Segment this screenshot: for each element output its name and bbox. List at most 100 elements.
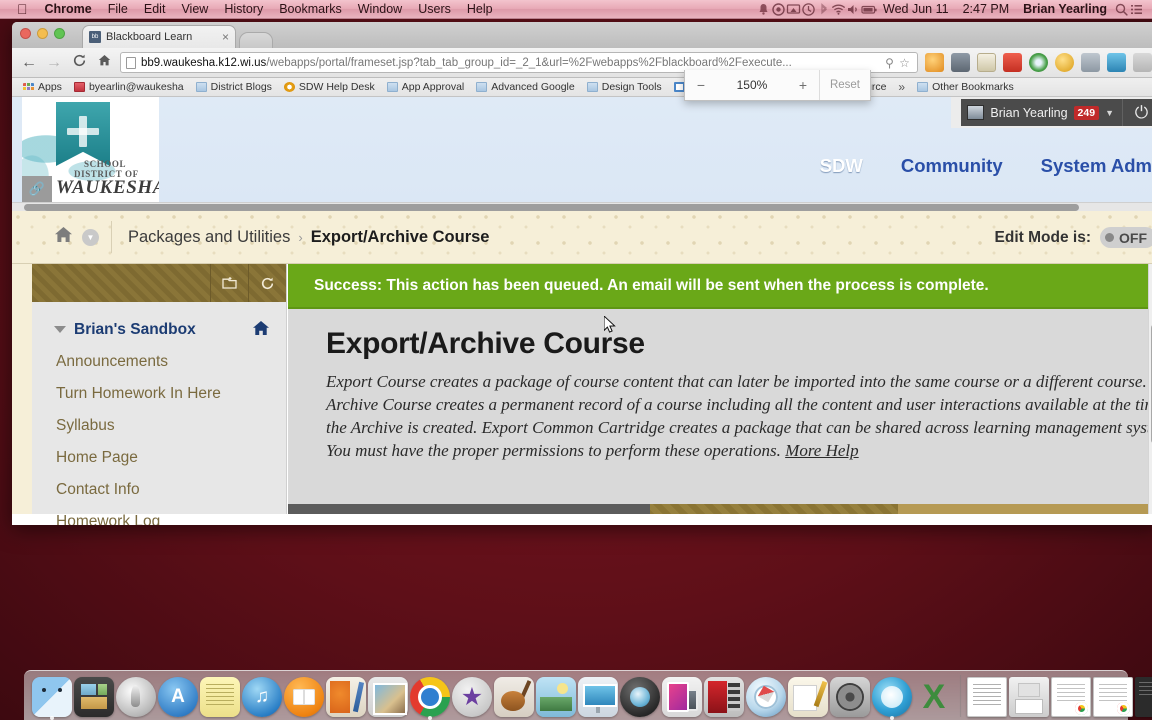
wifi-icon[interactable] (831, 2, 846, 17)
bookmark-app-approval[interactable]: App Approval (381, 81, 470, 93)
close-window-button[interactable] (20, 28, 31, 39)
dock-item-stickies[interactable] (200, 677, 240, 717)
nav-tab-sdw[interactable]: SDW (820, 155, 863, 177)
user-menu-button[interactable]: Brian Yearling 249 ▼ (961, 99, 1122, 126)
menu-item-help[interactable]: Help (459, 0, 501, 19)
chrome-menu-button[interactable] (1133, 53, 1152, 72)
extension-icon-6[interactable] (1055, 53, 1074, 72)
battery-icon[interactable] (861, 2, 877, 17)
district-logo[interactable]: SCHOOL DISTRICT OF WAUKESHA 🔗 (22, 97, 159, 202)
dock-item-textedit[interactable] (788, 677, 828, 717)
chevron-down-icon[interactable]: ▼ (1105, 108, 1114, 118)
extension-icon-8[interactable] (1107, 53, 1126, 72)
dock-item-system-preferences[interactable] (830, 677, 870, 717)
menu-item-history[interactable]: History (216, 0, 271, 19)
extension-icon-4[interactable] (1003, 53, 1022, 72)
dock-item-mission-control[interactable] (74, 677, 114, 717)
spotlight-search-icon[interactable] (1114, 2, 1129, 17)
zoom-magnifier-icon[interactable]: ⚲ (882, 56, 897, 70)
sidebar-item-contact-info[interactable]: Contact Info (32, 474, 286, 506)
menu-bar-username[interactable]: Brian Yearling (1016, 0, 1114, 19)
home-icon[interactable] (54, 226, 73, 248)
bookmark-district-blogs[interactable]: District Blogs (190, 81, 278, 93)
menu-item-file[interactable]: File (100, 0, 136, 19)
bookmark-other-bookmarks[interactable]: Other Bookmarks (911, 81, 1020, 93)
bookmarks-overflow-icon[interactable]: » (892, 80, 911, 94)
menu-item-bookmarks[interactable]: Bookmarks (271, 0, 350, 19)
dock-item-ibooks[interactable] (284, 677, 324, 717)
page-info-icon[interactable] (126, 56, 136, 69)
dock-item-photos[interactable] (536, 677, 576, 717)
dock-item-imovie[interactable] (452, 677, 492, 717)
dock-item-web-shortcut-3[interactable] (1135, 677, 1152, 717)
course-menu-title-row[interactable]: Brian's Sandbox (32, 314, 286, 346)
home-icon[interactable] (95, 53, 113, 72)
extension-icon-7[interactable] (1081, 53, 1100, 72)
bluetooth-icon[interactable] (816, 2, 831, 17)
sidebar-item-turn-homework-in-here[interactable]: Turn Homework In Here (32, 378, 286, 410)
dock-item-keynote[interactable] (578, 677, 618, 717)
close-tab-icon[interactable]: × (222, 30, 229, 44)
menu-item-edit[interactable]: Edit (136, 0, 174, 19)
dock-item-web-shortcut-1[interactable] (1051, 677, 1091, 717)
home-icon[interactable] (252, 320, 270, 341)
sidebar-item-syllabus[interactable]: Syllabus (32, 410, 286, 442)
dock-item-safari[interactable] (746, 677, 786, 717)
sidebar-item-home-page[interactable]: Home Page (32, 442, 286, 474)
nav-tab-system-admin[interactable]: System Adm (1041, 155, 1152, 177)
link-icon[interactable]: 🔗 (22, 176, 52, 202)
extension-icon-2[interactable] (951, 53, 970, 72)
reload-icon[interactable] (70, 53, 88, 72)
browser-tab[interactable]: bb Blackboard Learn × (82, 25, 236, 48)
maximize-window-button[interactable] (54, 28, 65, 39)
notification-center-icon[interactable] (1129, 2, 1144, 17)
dock-item-app-store[interactable] (158, 677, 198, 717)
edit-mode-toggle[interactable]: OFF (1100, 227, 1152, 248)
new-folder-icon[interactable] (210, 264, 248, 302)
dock-item-firefox[interactable] (872, 677, 912, 720)
minimize-window-button[interactable] (37, 28, 48, 39)
dock-item-pages[interactable] (326, 677, 366, 717)
dock-item-finder[interactable] (32, 677, 72, 720)
menu-item-view[interactable]: View (173, 0, 216, 19)
dock-item-ipad-devices[interactable] (662, 677, 702, 717)
bookmark-star-icon[interactable]: ☆ (897, 56, 912, 70)
logout-power-icon[interactable]: ⏻ (1122, 99, 1152, 126)
zoom-in-button[interactable]: + (787, 77, 819, 93)
bookmark-mail[interactable]: byearlin@waukesha (68, 81, 190, 93)
menu-item-chrome[interactable]: Chrome (37, 0, 100, 19)
dock-item-iphoto[interactable] (368, 677, 408, 717)
breadcrumb-item-packages-and-utilities[interactable]: Packages and Utilities (128, 228, 290, 247)
menu-item-users[interactable]: Users (410, 0, 459, 19)
dock-item-quicktime-player[interactable] (620, 677, 660, 717)
dock-item-remote-desktop[interactable] (704, 677, 744, 717)
dock-item-itunes[interactable] (242, 677, 282, 717)
dock-item-microsoft-excel[interactable] (914, 677, 954, 717)
sidebar-item-homework-log[interactable]: Homework Log (32, 506, 286, 525)
dock-item-launchpad[interactable] (116, 677, 156, 717)
bookmark-design-tools[interactable]: Design Tools (581, 81, 668, 93)
zoom-out-button[interactable]: − (685, 77, 717, 93)
time-machine-icon[interactable] (801, 2, 816, 17)
dock-item-google-chrome[interactable] (410, 677, 450, 720)
horizontal-scrollbar-thumb[interactable] (24, 204, 1079, 211)
refresh-icon[interactable] (248, 264, 286, 302)
bell-icon[interactable] (756, 2, 771, 17)
more-help-link[interactable]: More Help (785, 441, 859, 460)
dock-item-garageband[interactable] (494, 677, 534, 717)
extension-icon-5[interactable] (1029, 53, 1048, 72)
bookmark-apps[interactable]: Apps (17, 81, 68, 93)
horizontal-scrollbar[interactable] (12, 202, 1152, 211)
extension-icon-1[interactable] (925, 53, 944, 72)
forward-button[interactable]: → (45, 54, 63, 71)
sidebar-item-announcements[interactable]: Announcements (32, 346, 286, 378)
menu-item-window[interactable]: Window (350, 0, 410, 19)
record-icon[interactable] (771, 2, 786, 17)
triangle-down-icon[interactable] (54, 326, 66, 333)
chevron-down-circle-icon[interactable]: ▼ (82, 228, 99, 246)
zoom-reset-button[interactable]: Reset (818, 70, 870, 100)
airplay-icon[interactable] (786, 2, 801, 17)
extension-icon-3[interactable] (977, 53, 996, 72)
nav-tab-community[interactable]: Community (901, 155, 1003, 177)
bookmark-sdw-help-desk[interactable]: SDW Help Desk (278, 81, 381, 93)
